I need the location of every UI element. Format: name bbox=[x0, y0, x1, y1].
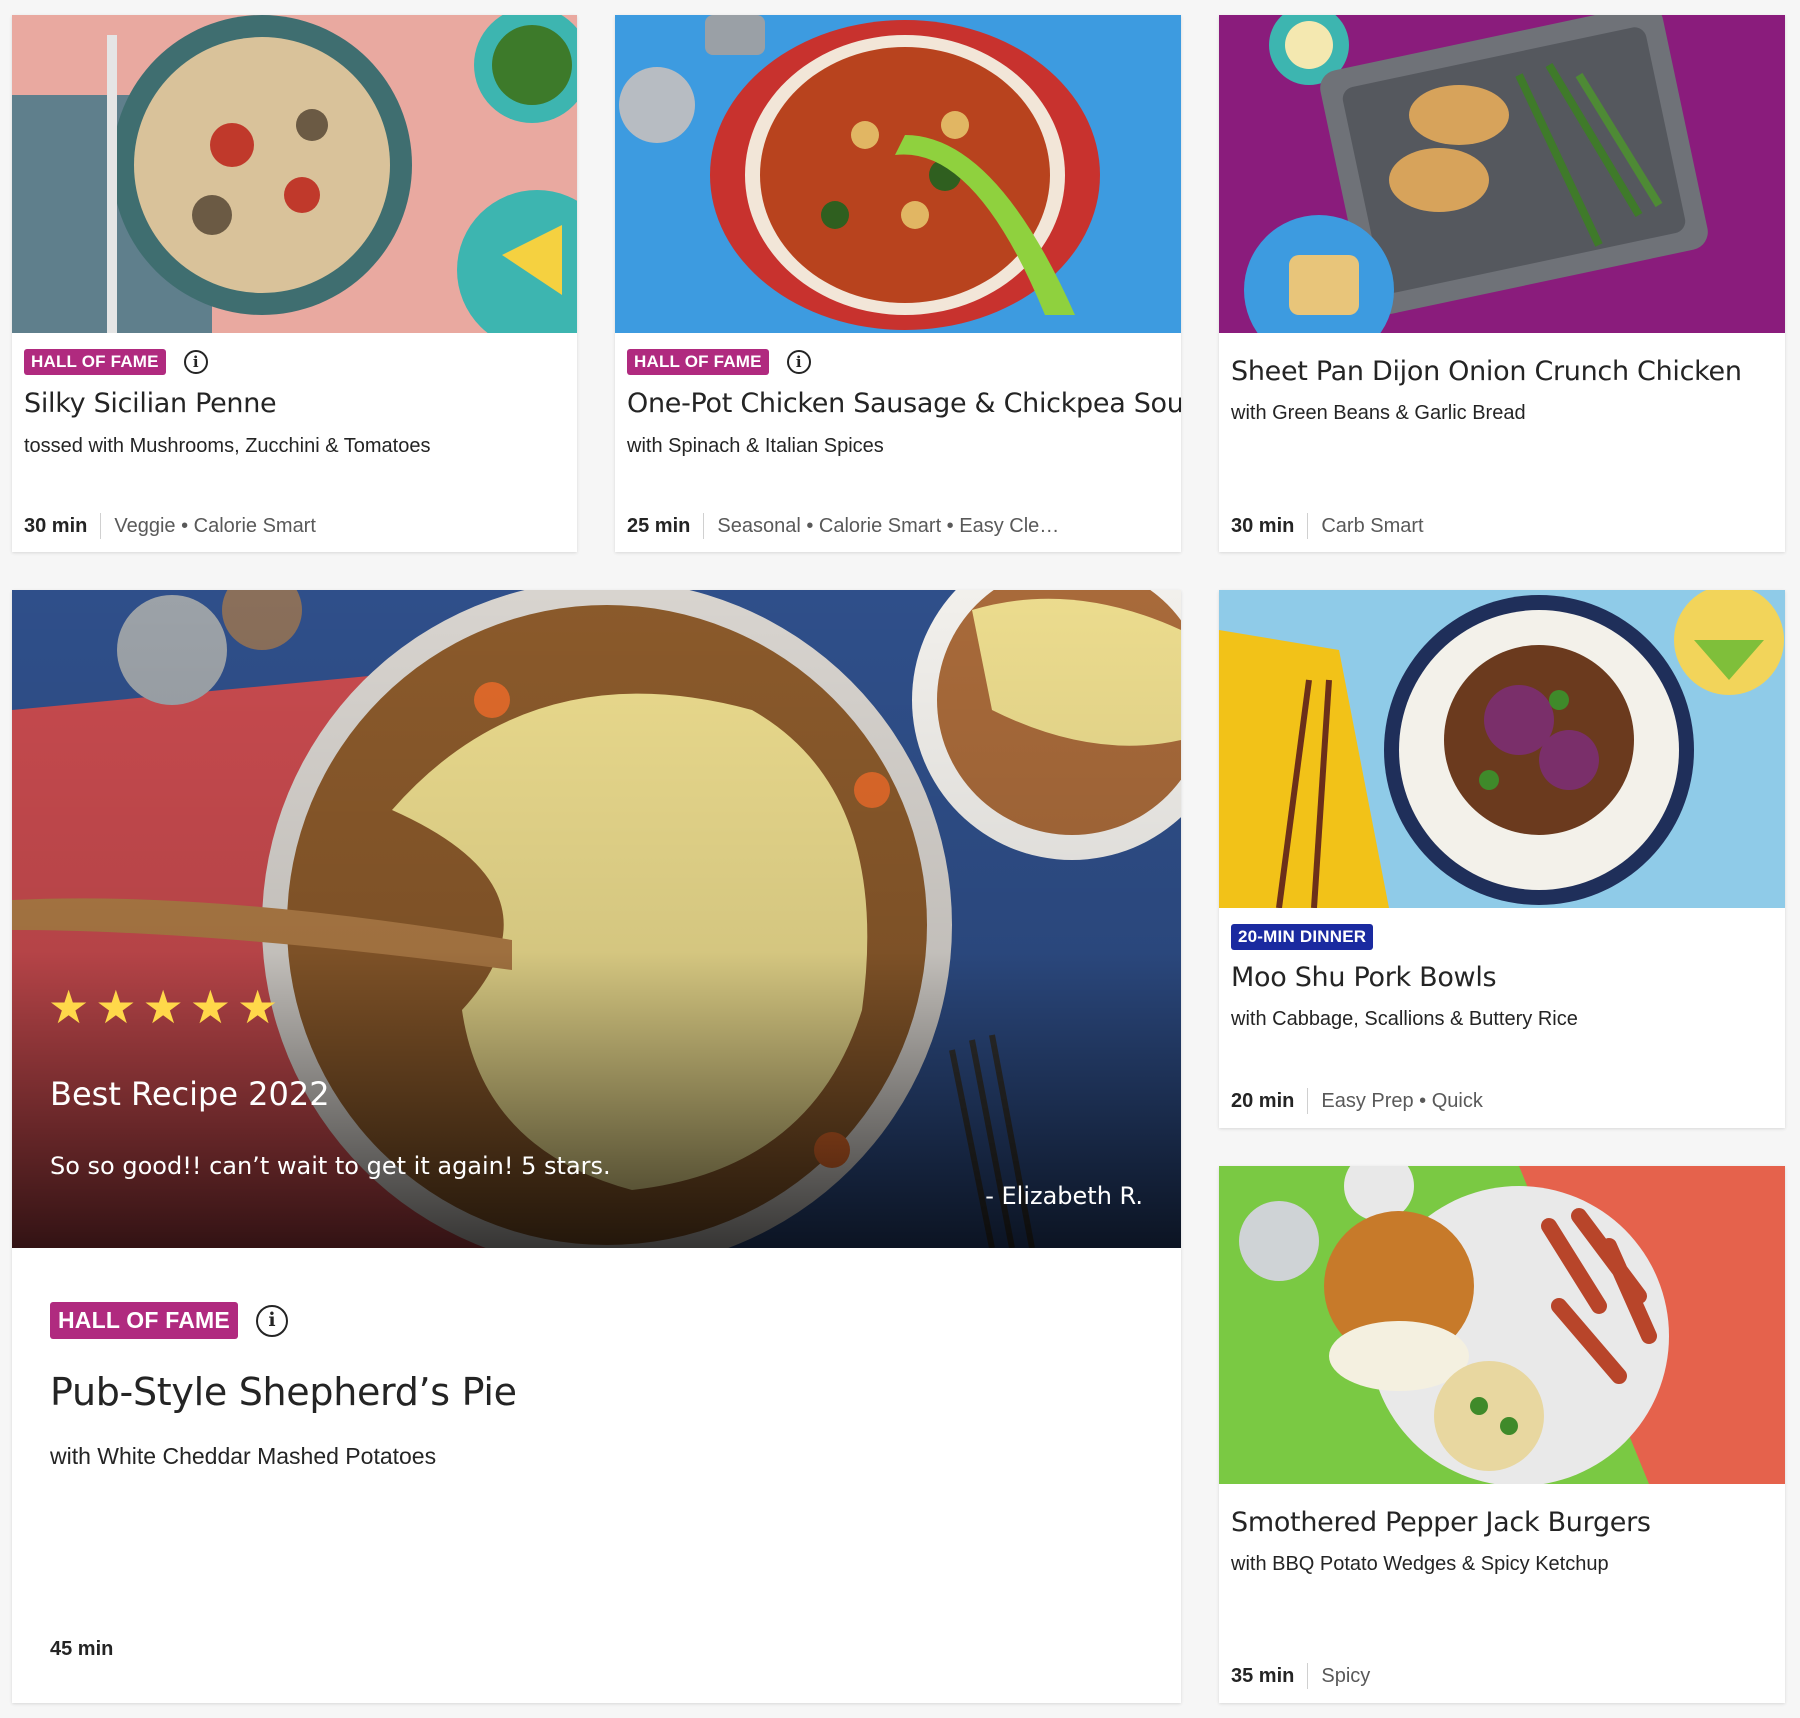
recipe-card-pepper-jack-burgers[interactable]: Smothered Pepper Jack Burgers with BBQ P… bbox=[1219, 1166, 1785, 1703]
review-text: So so good!! can’t wait to get it again!… bbox=[50, 1152, 611, 1180]
recipe-card-chickpea-soup[interactable]: HALL OF FAME i One-Pot Chicken Sausage &… bbox=[615, 15, 1181, 552]
cook-time: 30 min bbox=[24, 514, 88, 537]
recipe-card-moo-shu-pork[interactable]: 20-MIN DINNER Moo Shu Pork Bowls with Ca… bbox=[1219, 590, 1785, 1128]
recipe-meta: 30 min Veggie • Calorie Smart bbox=[24, 513, 316, 539]
hall-of-fame-badge: HALL OF FAME bbox=[50, 1302, 238, 1339]
recipe-image[interactable] bbox=[12, 15, 577, 333]
recipe-title[interactable]: Smothered Pepper Jack Burgers bbox=[1231, 1507, 1651, 1538]
star-icon: ★ bbox=[95, 981, 143, 1033]
recipe-title[interactable]: Moo Shu Pork Bowls bbox=[1231, 962, 1497, 993]
recipe-subtitle: with BBQ Potato Wedges & Spicy Ketchup bbox=[1231, 1553, 1609, 1575]
twenty-min-dinner-badge: 20-MIN DINNER bbox=[1231, 924, 1374, 950]
cook-time: 35 min bbox=[1231, 1664, 1295, 1687]
recipe-meta: 45 min bbox=[50, 1638, 113, 1661]
hall-of-fame-badge: HALL OF FAME bbox=[627, 349, 769, 375]
recipe-tags: Veggie • Calorie Smart bbox=[114, 514, 316, 537]
tag-row: HALL OF FAME i bbox=[627, 349, 811, 375]
recipe-card-silky-sicilian-penne[interactable]: HALL OF FAME i Silky Sicilian Penne toss… bbox=[12, 15, 577, 552]
recipe-subtitle: with Cabbage, Scallions & Buttery Rice bbox=[1231, 1008, 1578, 1030]
meta-divider bbox=[1307, 513, 1309, 539]
info-circle-icon[interactable]: i bbox=[183, 350, 208, 374]
recipe-tags: Spicy bbox=[1321, 1664, 1371, 1687]
recipe-meta: 25 min Seasonal • Calorie Smart • Easy C… bbox=[627, 513, 1059, 539]
info-circle-icon[interactable]: i bbox=[255, 1304, 288, 1337]
recipe-meta: 30 min Carb Smart bbox=[1231, 513, 1424, 539]
info-circle-icon[interactable]: i bbox=[786, 350, 811, 374]
star-icon: ★ bbox=[48, 981, 96, 1033]
cook-time: 20 min bbox=[1231, 1089, 1295, 1112]
cook-time: 45 min bbox=[50, 1638, 114, 1660]
review-heading: Best Recipe 2022 bbox=[50, 1075, 330, 1113]
meta-divider bbox=[100, 513, 102, 539]
recipe-title[interactable]: Silky Sicilian Penne bbox=[24, 388, 277, 419]
recipe-subtitle: with Spinach & Italian Spices bbox=[627, 435, 884, 457]
recipe-image[interactable] bbox=[1219, 1166, 1785, 1484]
cook-time: 30 min bbox=[1231, 514, 1295, 537]
recipe-image[interactable]: ★★★★★ Best Recipe 2022 So so good!! can’… bbox=[12, 590, 1181, 1248]
star-icon: ★ bbox=[189, 981, 237, 1033]
rating-stars: ★★★★★ bbox=[48, 980, 284, 1034]
tag-row: 20-MIN DINNER bbox=[1231, 924, 1374, 950]
recipe-tags: Carb Smart bbox=[1321, 514, 1424, 537]
recipe-image[interactable] bbox=[1219, 590, 1785, 908]
recipe-meta: 35 min Spicy bbox=[1231, 1663, 1370, 1689]
meta-divider bbox=[703, 513, 705, 539]
recipe-image[interactable] bbox=[1219, 15, 1785, 333]
recipe-title[interactable]: Pub-Style Shepherd’s Pie bbox=[50, 1370, 517, 1414]
hall-of-fame-badge: HALL OF FAME bbox=[24, 349, 166, 375]
recipe-title[interactable]: One-Pot Chicken Sausage & Chickpea Soup bbox=[627, 388, 1181, 419]
recipe-card-dijon-chicken[interactable]: Sheet Pan Dijon Onion Crunch Chicken wit… bbox=[1219, 15, 1785, 552]
star-icon: ★ bbox=[237, 981, 285, 1033]
recipe-image[interactable] bbox=[615, 15, 1181, 333]
cook-time: 25 min bbox=[627, 514, 691, 537]
tag-row: HALL OF FAME i bbox=[24, 349, 208, 375]
recipe-subtitle: with Green Beans & Garlic Bread bbox=[1231, 402, 1526, 424]
recipe-tags: Easy Prep • Quick bbox=[1321, 1089, 1483, 1112]
recipe-meta: 20 min Easy Prep • Quick bbox=[1231, 1088, 1483, 1114]
meta-divider bbox=[1307, 1088, 1309, 1114]
meta-divider bbox=[1307, 1663, 1309, 1689]
recipe-title[interactable]: Sheet Pan Dijon Onion Crunch Chicken bbox=[1231, 356, 1742, 387]
review-author: - Elizabeth R. bbox=[985, 1182, 1143, 1210]
star-icon: ★ bbox=[142, 981, 190, 1033]
recipe-subtitle: tossed with Mushrooms, Zucchini & Tomato… bbox=[24, 435, 431, 457]
recipe-card-shepherds-pie[interactable]: ★★★★★ Best Recipe 2022 So so good!! can’… bbox=[12, 590, 1181, 1703]
tag-row: HALL OF FAME i bbox=[50, 1302, 288, 1339]
recipe-tags: Seasonal • Calorie Smart • Easy Cle… bbox=[717, 514, 1060, 537]
recipe-subtitle: with White Cheddar Mashed Potatoes bbox=[50, 1443, 437, 1469]
